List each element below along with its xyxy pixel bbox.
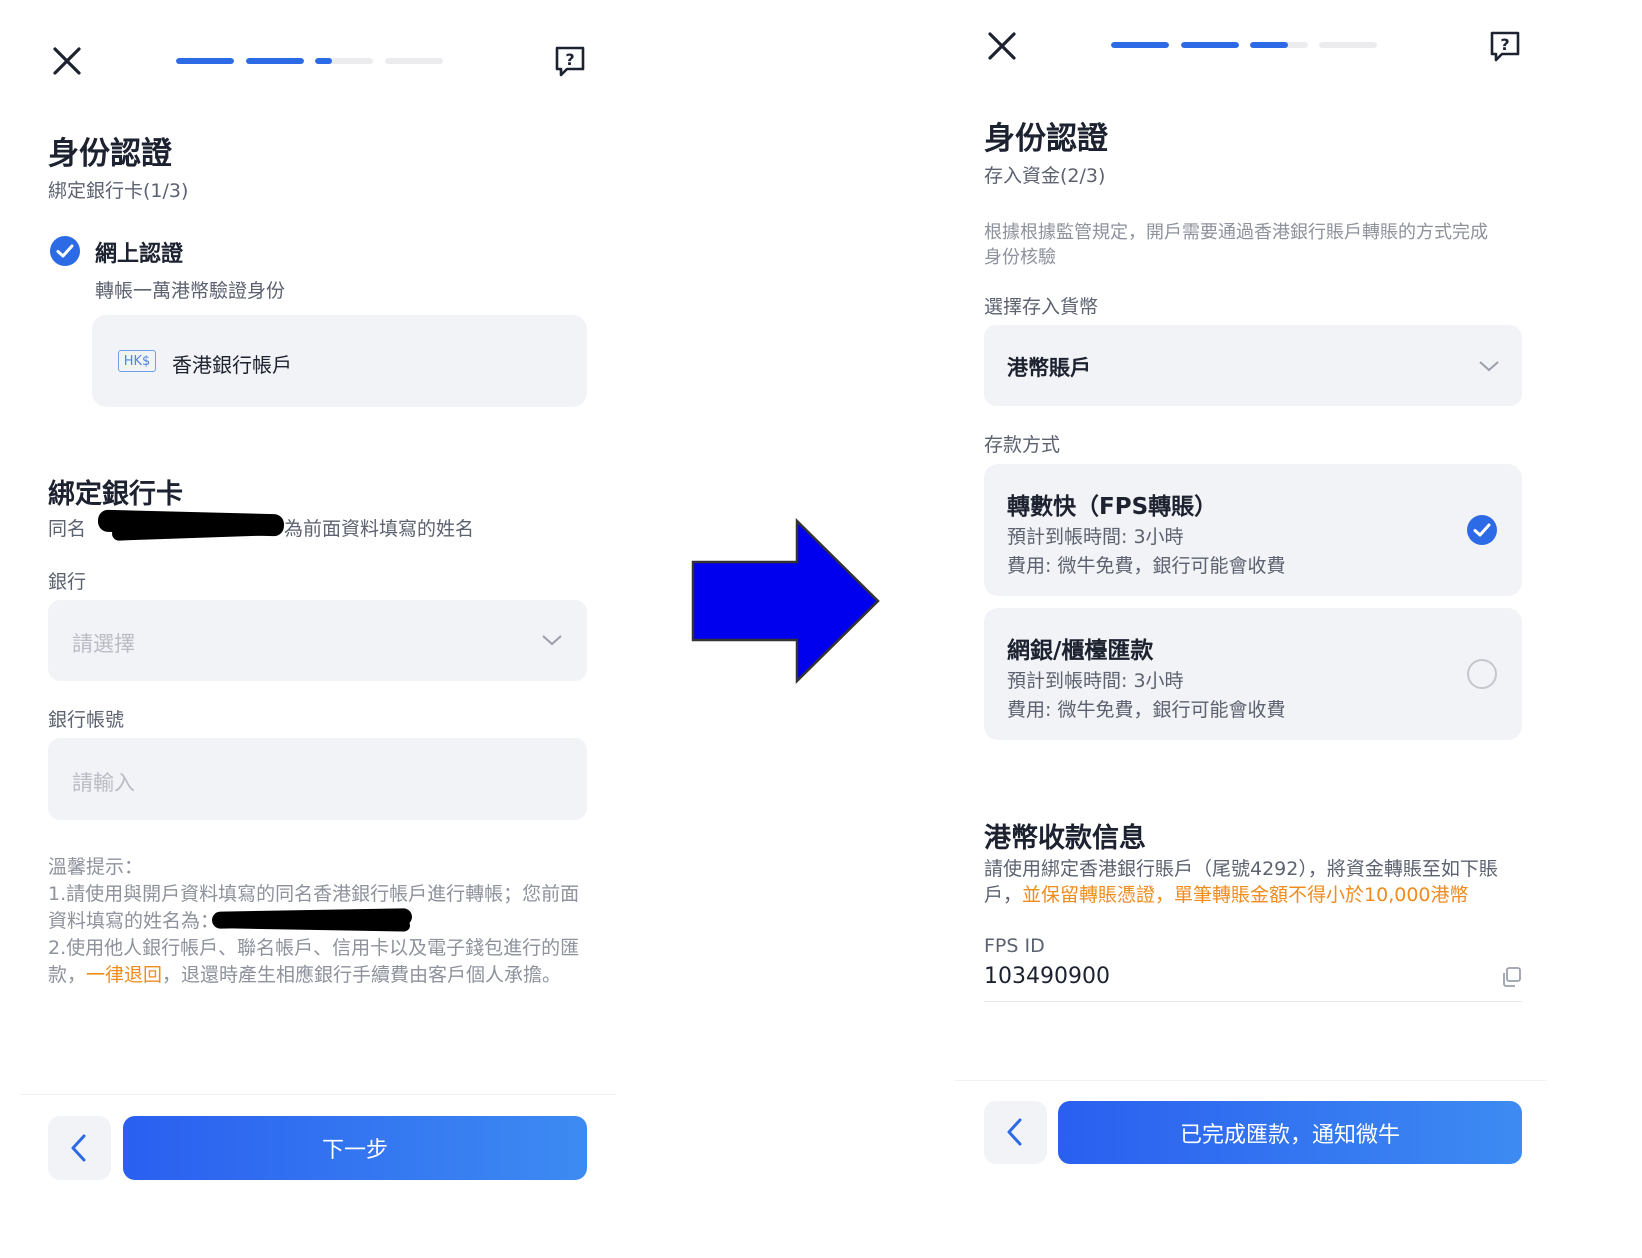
account-number-input[interactable]: 請輸入 [48,738,587,820]
svg-text:?: ? [1500,35,1509,54]
fps-id-label: FPS ID [984,935,1045,957]
bank-select[interactable]: 請選擇 [48,600,587,681]
bind-card-title: 綁定銀行卡 [48,479,183,510]
tips-heading: 溫馨提示： [48,856,144,878]
progress-step-4 [1319,42,1377,48]
chevron-left-icon [1007,1118,1022,1146]
same-name-suffix: 為前面資料填寫的姓名 [284,518,475,540]
progress-step-4 [385,58,443,64]
tips-line-4-pre: 款， [48,964,87,986]
page-subtitle: 綁定銀行卡(1/3) [48,180,189,202]
currency-label: 選擇存入貨幣 [984,296,1099,318]
account-type-label: 香港銀行帳戶 [172,353,292,377]
currency-select-value: 港幣賬戶 [1007,356,1091,380]
hk-bank-account-option[interactable]: HK$ 香港銀行帳戶 [92,315,587,407]
chevron-down-icon [542,635,562,646]
receive-instructions: 請使用綁定香港銀行賬戶（尾號4292），將資金轉賬至如下賬 戶，並保留轉賬憑證，… [984,856,1498,908]
tips-return-warning: 一律退回 [86,964,163,986]
right-phone-screen: ? 身份認證 存入資金(2/3) 根據根據監管規定，開戶需要通過香港銀行賬戶轉賬… [955,0,1597,1258]
account-number-placeholder: 請輸入 [72,771,135,795]
regulation-notice-line-2: 身份核驗 [984,247,1056,268]
tips-line-4-post: ，退還時產生相應銀行手續費由客戶個人承擔。 [162,964,562,986]
progress-step-1 [1111,42,1169,48]
receive-line-2: 戶，並保留轉賬憑證，單筆轉賬金額不得小於10,000港幣 [984,882,1498,908]
next-step-button[interactable]: 下一步 [123,1116,587,1180]
close-icon[interactable] [50,44,84,78]
hkd-badge-icon: HK$ [118,350,156,372]
radio-unchecked-icon[interactable] [1467,659,1497,689]
progress-step-2 [246,58,304,64]
page-subtitle: 存入資金(2/3) [984,165,1106,187]
method-eta: 預計到帳時間: 3小時 [1007,670,1184,692]
deposit-method-label: 存款方式 [984,434,1061,456]
online-verify-desc: 轉帳一萬港幣驗證身份 [95,280,286,302]
bottom-divider [955,1080,1547,1081]
checked-circle-icon[interactable] [50,236,80,266]
copy-icon[interactable] [1500,966,1522,988]
close-icon[interactable] [985,29,1019,63]
page-title: 身份認證 [48,136,172,172]
left-phone-screen: ? 身份認證 綁定銀行卡(1/3) 網上認證 轉帳一萬港幣驗證身份 HK$ 香港… [0,0,660,1258]
receive-info-title: 港幣收款信息 [984,823,1146,854]
deposit-method-bank-transfer[interactable]: 網銀/櫃檯匯款 預計到帳時間: 3小時 費用: 微牛免費，銀行可能會收費 [984,608,1522,740]
method-title: 網銀/櫃檯匯款 [1007,638,1154,664]
page-title: 身份認證 [984,121,1108,157]
transition-arrow-icon [691,518,880,684]
tips-line-3: 2.使用他人銀行帳戶、聯名帳戶、信用卡以及電子錢包進行的匯 [48,937,580,959]
receive-warning: 並保留轉賬憑證，單筆轉賬金額不得小於10,000港幣 [1022,884,1469,906]
online-verify-label: 網上認證 [95,242,184,267]
progress-step-1 [176,58,234,64]
progress-step-3 [1250,42,1308,48]
bottom-divider [20,1094,616,1095]
bank-label: 銀行 [48,571,87,593]
notify-done-button[interactable]: 已完成匯款，通知微牛 [1058,1101,1522,1164]
back-button[interactable] [984,1101,1047,1164]
method-fee: 費用: 微牛免費，銀行可能會收費 [1007,555,1286,577]
method-title: 轉數快（FPS轉賬） [1007,494,1218,520]
tips-line-4: 款，一律退回，退還時產生相應銀行手續費由客戶個人承擔。 [48,962,608,989]
account-number-label: 銀行帳號 [48,709,125,731]
fps-divider [984,1001,1522,1002]
fps-id-value[interactable]: 103490900 [984,964,1110,989]
bank-select-placeholder: 請選擇 [72,632,135,656]
method-fee: 費用: 微牛免費，銀行可能會收費 [1007,699,1286,721]
help-feedback-icon[interactable]: ? [553,44,587,78]
svg-text:?: ? [565,50,574,69]
progress-step-3 [315,58,373,64]
progress-step-2 [1181,42,1239,48]
chevron-down-icon [1479,361,1499,372]
radio-checked-icon[interactable] [1467,515,1497,545]
regulation-notice-line-1: 根據根據監管規定，開戶需要通過香港銀行賬戶轉賬的方式完成 [984,222,1488,243]
regulation-notice: 根據根據監管規定，開戶需要通過香港銀行賬戶轉賬的方式完成 身份核驗 [984,220,1488,270]
chevron-left-icon [71,1134,86,1162]
receive-line-1: 請使用綁定香港銀行賬戶（尾號4292），將資金轉賬至如下賬 [984,858,1498,880]
tips-line-2-text: 資料填寫的姓名為： [48,910,220,932]
tips-line-1: 1.請使用與開戶資料填寫的同名香港銀行帳戶進行轉帳；您前面 [48,883,580,905]
help-feedback-icon[interactable]: ? [1488,29,1522,63]
same-name-prefix: 同名 [48,518,87,540]
method-eta: 預計到帳時間: 3小時 [1007,526,1184,548]
back-button[interactable] [48,1116,111,1180]
deposit-method-fps[interactable]: 轉數快（FPS轉賬） 預計到帳時間: 3小時 費用: 微牛免費，銀行可能會收費 [984,464,1522,596]
currency-select[interactable]: 港幣賬戶 [984,325,1522,406]
receive-line-2-pre: 戶， [984,884,1023,906]
